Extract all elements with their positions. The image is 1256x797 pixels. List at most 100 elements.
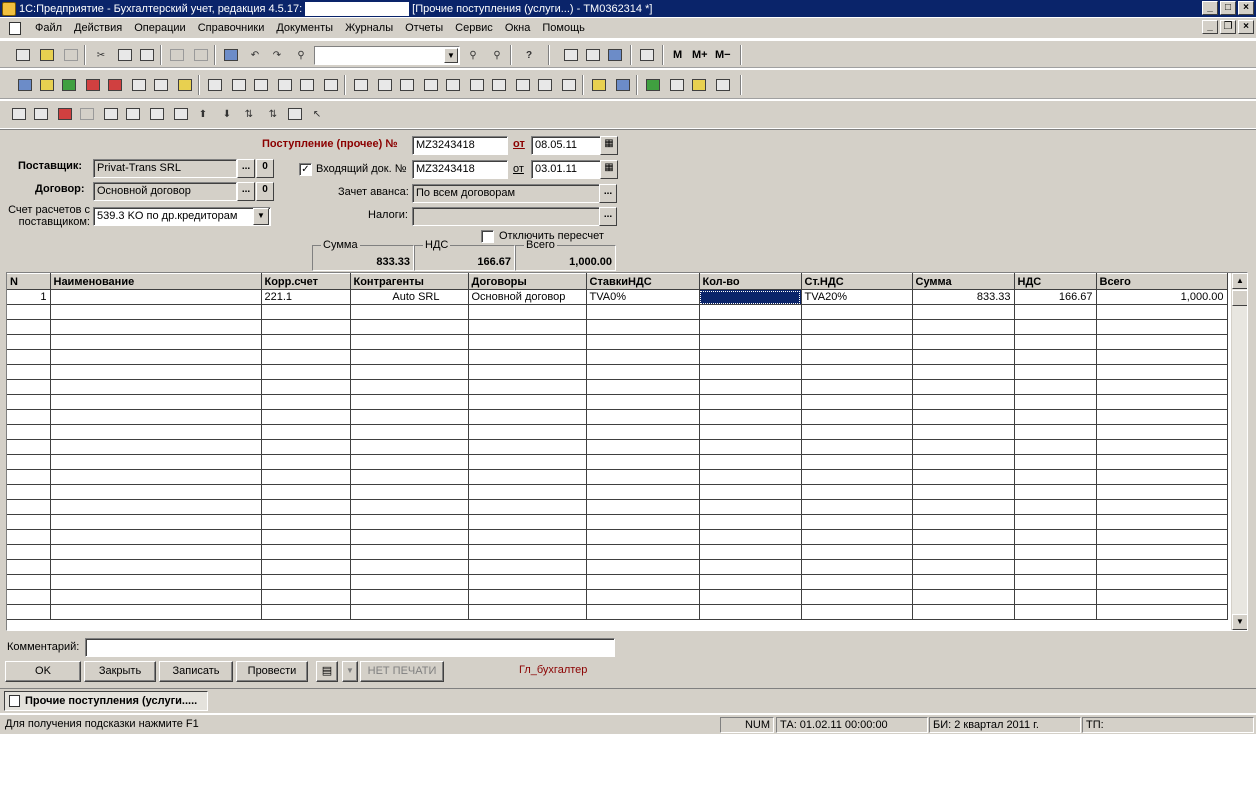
empty-cell[interactable] (50, 514, 262, 530)
empty-cell[interactable] (1014, 589, 1097, 605)
empty-cell[interactable] (350, 349, 469, 365)
print-menu-icon[interactable]: ▤ (316, 661, 338, 682)
advance-select-button[interactable]: ... (599, 184, 617, 203)
empty-cell[interactable] (7, 484, 51, 500)
empty-cell[interactable] (586, 589, 700, 605)
find-icon[interactable]: ⚲ (292, 46, 310, 64)
table-scrollbar[interactable]: ▲ ▼ (1231, 273, 1247, 630)
empty-cell[interactable] (261, 424, 351, 440)
scroll-thumb[interactable] (1232, 290, 1247, 306)
empty-cell[interactable] (586, 604, 700, 620)
contract-open-button[interactable]: 0 (256, 182, 274, 201)
list-icon[interactable] (714, 76, 732, 94)
empty-cell[interactable] (801, 349, 913, 365)
empty-cell[interactable] (261, 409, 351, 425)
empty-cell[interactable] (350, 484, 469, 500)
invoice-icon[interactable] (230, 76, 248, 94)
empty-cell[interactable] (50, 349, 262, 365)
empty-cell[interactable] (912, 454, 1015, 470)
empty-cell[interactable] (1014, 364, 1097, 380)
empty-cell[interactable] (1096, 439, 1228, 455)
empty-row[interactable] (7, 364, 1228, 380)
empty-cell[interactable] (7, 379, 51, 395)
empty-cell[interactable] (1014, 424, 1097, 440)
empty-cell[interactable] (7, 544, 51, 560)
empty-cell[interactable] (350, 364, 469, 380)
empty-cell[interactable] (468, 364, 587, 380)
empty-cell[interactable] (261, 589, 351, 605)
edit-row-icon[interactable] (78, 105, 96, 123)
print-dropdown-icon[interactable]: ▼ (342, 661, 358, 682)
memory-plus-button[interactable]: M+ (692, 49, 708, 61)
empty-cell[interactable] (1014, 499, 1097, 515)
empty-cell[interactable] (586, 364, 700, 380)
taxes-field[interactable] (412, 207, 600, 226)
empty-row[interactable] (7, 424, 1228, 440)
empty-cell[interactable] (1096, 544, 1228, 560)
empty-cell[interactable] (261, 469, 351, 485)
return-icon[interactable] (106, 76, 124, 94)
menu-documents[interactable]: Документы (270, 22, 339, 34)
empty-cell[interactable] (801, 514, 913, 530)
arrow-down-icon[interactable]: ⬇ (218, 105, 236, 123)
cell-total[interactable]: 1,000.00 (1096, 289, 1228, 305)
empty-cell[interactable] (912, 304, 1015, 320)
menu-journals[interactable]: Журналы (339, 22, 399, 34)
empty-cell[interactable] (1014, 469, 1097, 485)
close-icon[interactable]: × (1238, 1, 1254, 15)
minimize-icon[interactable]: _ (1202, 1, 1218, 15)
people-icon[interactable] (644, 76, 662, 94)
empty-cell[interactable] (699, 529, 802, 545)
empty-row[interactable] (7, 409, 1228, 425)
empty-cell[interactable] (1096, 409, 1228, 425)
menu-reports[interactable]: Отчеты (399, 22, 449, 34)
empty-cell[interactable] (912, 544, 1015, 560)
report-1-icon[interactable] (352, 76, 370, 94)
empty-cell[interactable] (801, 529, 913, 545)
redo-icon[interactable]: ↷ (268, 46, 286, 64)
empty-cell[interactable] (350, 304, 469, 320)
taxes-select-button[interactable]: ... (599, 207, 617, 226)
empty-cell[interactable] (350, 409, 469, 425)
col-total[interactable]: Всего (1096, 273, 1228, 290)
empty-cell[interactable] (1096, 394, 1228, 410)
empty-cell[interactable] (468, 379, 587, 395)
empty-cell[interactable] (7, 589, 51, 605)
empty-cell[interactable] (1014, 319, 1097, 335)
empty-cell[interactable] (350, 454, 469, 470)
empty-row[interactable] (7, 439, 1228, 455)
cash-out-icon[interactable] (276, 76, 294, 94)
post-button[interactable]: Провести (236, 661, 308, 682)
memory-minus-button[interactable]: M− (715, 49, 731, 61)
empty-cell[interactable] (350, 604, 469, 620)
col-account[interactable]: Корр.счет (261, 273, 351, 290)
empty-cell[interactable] (50, 304, 262, 320)
menu-service[interactable]: Сервис (449, 22, 499, 34)
incoming-calendar-icon[interactable]: ▦ (600, 160, 618, 179)
empty-cell[interactable] (699, 409, 802, 425)
empty-cell[interactable] (261, 334, 351, 350)
empty-cell[interactable] (468, 349, 587, 365)
empty-cell[interactable] (912, 424, 1015, 440)
empty-cell[interactable] (50, 454, 262, 470)
supplier-field[interactable]: Privat-Trans SRL (93, 159, 237, 178)
maximize-icon[interactable]: □ (1220, 1, 1236, 15)
empty-cell[interactable] (801, 574, 913, 590)
act-icon[interactable] (322, 76, 340, 94)
copy-row-icon[interactable] (32, 105, 50, 123)
incoming-doc-checkbox[interactable]: ✓ (299, 163, 312, 176)
empty-row[interactable] (7, 529, 1228, 545)
empty-cell[interactable] (1096, 379, 1228, 395)
empty-cell[interactable] (1014, 349, 1097, 365)
empty-cell[interactable] (350, 514, 469, 530)
wizard-icon[interactable] (606, 46, 624, 64)
empty-cell[interactable] (50, 379, 262, 395)
empty-cell[interactable] (1014, 514, 1097, 530)
report-5-icon[interactable] (444, 76, 462, 94)
cell-name[interactable] (50, 289, 262, 305)
document-icon[interactable] (9, 21, 21, 35)
cash-receipt-icon[interactable] (252, 76, 270, 94)
print-preview-icon[interactable] (192, 46, 210, 64)
empty-row[interactable] (7, 514, 1228, 530)
help-icon[interactable]: ? (520, 46, 538, 64)
